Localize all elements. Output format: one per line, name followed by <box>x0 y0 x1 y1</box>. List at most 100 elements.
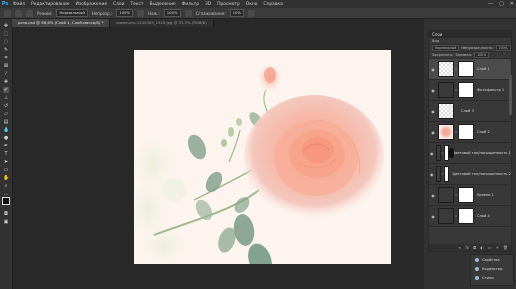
layer-row[interactable]: ◉ ∞ Уровни 1 <box>429 185 511 206</box>
menu-item-window[interactable]: Окно <box>243 2 261 7</box>
add-mask-icon[interactable]: ◘ <box>473 245 476 250</box>
layer-opacity-label: Непрозрачность: <box>461 46 494 50</box>
brush-preset-icon[interactable] <box>15 9 22 17</box>
zoom-tool-icon[interactable]: ⌕ <box>3 183 9 189</box>
styles-panel-item[interactable]: Стили <box>471 273 513 282</box>
airbrush-icon[interactable] <box>184 9 192 17</box>
new-group-icon[interactable]: ▭ <box>488 245 492 250</box>
properties-panel-item[interactable]: Свойства <box>471 255 513 264</box>
menu-item-help[interactable]: Справка <box>260 2 285 7</box>
menu-item-image[interactable]: Изображение <box>72 2 110 7</box>
eyedropper-tool-icon[interactable]: ⁄ <box>3 71 9 77</box>
kind-filter-label[interactable]: Вид <box>432 39 439 43</box>
quick-mask-icon[interactable]: ◘ <box>3 211 9 217</box>
maximize-icon[interactable]: ▢ <box>499 1 504 7</box>
layer-mask-thumbnail[interactable] <box>443 145 454 161</box>
menu-item-3d[interactable]: 3D <box>202 2 214 7</box>
gear-icon[interactable] <box>248 9 256 17</box>
new-layer-icon[interactable]: + <box>496 245 499 250</box>
layer-name[interactable]: Слой 4 <box>477 214 490 218</box>
type-tool-icon[interactable]: T <box>3 151 9 157</box>
trash-icon[interactable]: 🗑 <box>503 245 508 250</box>
visibility-eye-icon[interactable]: ◉ <box>430 172 434 177</box>
new-adjustment-icon[interactable]: ◐ <box>480 245 484 250</box>
layer-mask-thumbnail[interactable] <box>458 61 474 77</box>
menu-item-file[interactable]: Файл <box>10 2 28 7</box>
screen-mode-icon[interactable]: ▣ <box>3 219 9 225</box>
minimize-icon[interactable]: — <box>488 1 493 7</box>
layer-opacity-field[interactable]: 100% <box>495 45 511 51</box>
layer-row[interactable]: ◉ ∞ Слой 1 <box>429 59 511 80</box>
layer-mask-thumbnail[interactable] <box>443 166 450 182</box>
smoothing-field[interactable]: 10% <box>229 9 245 17</box>
visibility-eye-icon[interactable]: ◉ <box>430 109 436 114</box>
layer-name[interactable]: Фотофильтр 1 <box>477 88 504 92</box>
crop-tool-icon[interactable]: ⌗ <box>3 55 9 61</box>
tab-jpg[interactable]: изменить-1240365_1920.jpg @ 33,3% (RGB/8… <box>110 19 214 27</box>
fx-icon[interactable]: fx <box>465 245 469 250</box>
menu-item-filter[interactable]: Фильтр <box>179 2 202 7</box>
lasso-tool-icon[interactable]: ◌ <box>3 39 9 45</box>
adjustments-panel-item[interactable]: Корректир. <box>471 264 513 273</box>
dodge-tool-icon[interactable]: ● <box>3 135 9 141</box>
healing-tool-icon[interactable]: ✚ <box>3 79 9 85</box>
visibility-eye-icon[interactable]: ◉ <box>430 130 436 135</box>
history-brush-icon[interactable]: ↺ <box>3 103 9 109</box>
layer-row[interactable]: ◉ ∞ Фотофильтр 1 <box>429 80 511 101</box>
flow-field[interactable]: 100% <box>163 9 181 17</box>
opacity-field[interactable]: 100% <box>116 9 134 17</box>
layer-mask-thumbnail[interactable] <box>458 187 474 203</box>
layer-mask-thumbnail[interactable] <box>458 82 474 98</box>
layer-name[interactable]: Слой 1 <box>477 67 490 71</box>
document-canvas[interactable] <box>134 50 391 264</box>
visibility-eye-icon[interactable]: ◉ <box>430 214 436 219</box>
visibility-eye-icon[interactable]: ◉ <box>430 151 434 156</box>
menu-item-select[interactable]: Выделение <box>146 2 178 7</box>
layer-mask-thumbnail[interactable] <box>458 208 474 224</box>
move-tool-icon[interactable]: ✥ <box>3 23 9 29</box>
blur-tool-icon[interactable]: 💧 <box>3 127 9 133</box>
menu-item-layers[interactable]: Слои <box>110 2 127 7</box>
layer-name[interactable]: Слой 2 <box>477 130 490 134</box>
shape-tool-icon[interactable]: ▭ <box>3 167 9 173</box>
quick-select-tool-icon[interactable]: ✎ <box>3 47 9 53</box>
layer-row[interactable]: ◉ Слой 3 <box>429 101 511 122</box>
canvas-area[interactable] <box>13 27 424 289</box>
layer-row[interactable]: ◉ ∞ Цветовой тон/насыщенность 2 <box>429 164 511 185</box>
link-layers-icon[interactable]: ∞ <box>458 245 461 250</box>
tab-rose-psd[interactable]: роза.psd @ 66,6% (Слой 1, Слой-маска/8) … <box>12 19 111 27</box>
marquee-tool-icon[interactable]: ⬚ <box>3 31 9 37</box>
gradient-tool-icon[interactable]: ▤ <box>3 119 9 125</box>
brush-tool-icon[interactable]: ✐ <box>3 87 9 93</box>
visibility-eye-icon[interactable]: ◉ <box>430 88 436 93</box>
menu-item-text[interactable]: Текст <box>127 2 146 7</box>
layer-name[interactable]: Слой 3 <box>461 109 474 113</box>
menu-item-edit[interactable]: Редактирование <box>28 2 72 7</box>
pressure-opacity-icon[interactable] <box>137 9 145 17</box>
layer-row[interactable]: ◉ ∞ Слой 2 <box>429 122 511 143</box>
layer-row[interactable]: ◉ ∞ Цветовой тон/насыщенность 1 <box>429 143 511 164</box>
layer-name[interactable]: Цветовой тон/насыщенность 2 <box>452 172 511 176</box>
home-icon[interactable] <box>4 9 11 17</box>
frame-tool-icon[interactable]: ⊠ <box>3 63 9 69</box>
layer-name[interactable]: Цветовой тон/насыщенность 1 <box>452 151 511 155</box>
path-select-icon[interactable]: ➤ <box>3 159 9 165</box>
hand-tool-icon[interactable]: ✋ <box>3 175 9 181</box>
mode-select[interactable]: Нормальный <box>56 9 88 17</box>
close-icon[interactable]: ✕ <box>510 1 514 7</box>
pen-tool-icon[interactable]: ✒ <box>3 143 9 149</box>
brush-settings-icon[interactable] <box>26 9 33 17</box>
foreground-color-swatch[interactable] <box>2 197 10 205</box>
visibility-eye-icon[interactable]: ◉ <box>430 193 436 198</box>
layer-mask-thumbnail[interactable] <box>458 124 474 140</box>
layer-row[interactable]: ◉ ∞ Слой 4 <box>429 206 511 227</box>
blend-mode-select[interactable]: Нормальный <box>432 45 460 51</box>
layers-scrollbar[interactable] <box>509 75 512 115</box>
layer-name[interactable]: Уровни 1 <box>477 193 494 197</box>
fill-field[interactable]: 100% <box>474 52 490 58</box>
menu-item-view[interactable]: Просмотр <box>214 2 243 7</box>
visibility-eye-icon[interactable]: ◉ <box>430 67 436 72</box>
eraser-tool-icon[interactable]: ▱ <box>3 111 9 117</box>
stamp-tool-icon[interactable]: ⊥ <box>3 95 9 101</box>
adjustment-icon <box>435 145 442 161</box>
